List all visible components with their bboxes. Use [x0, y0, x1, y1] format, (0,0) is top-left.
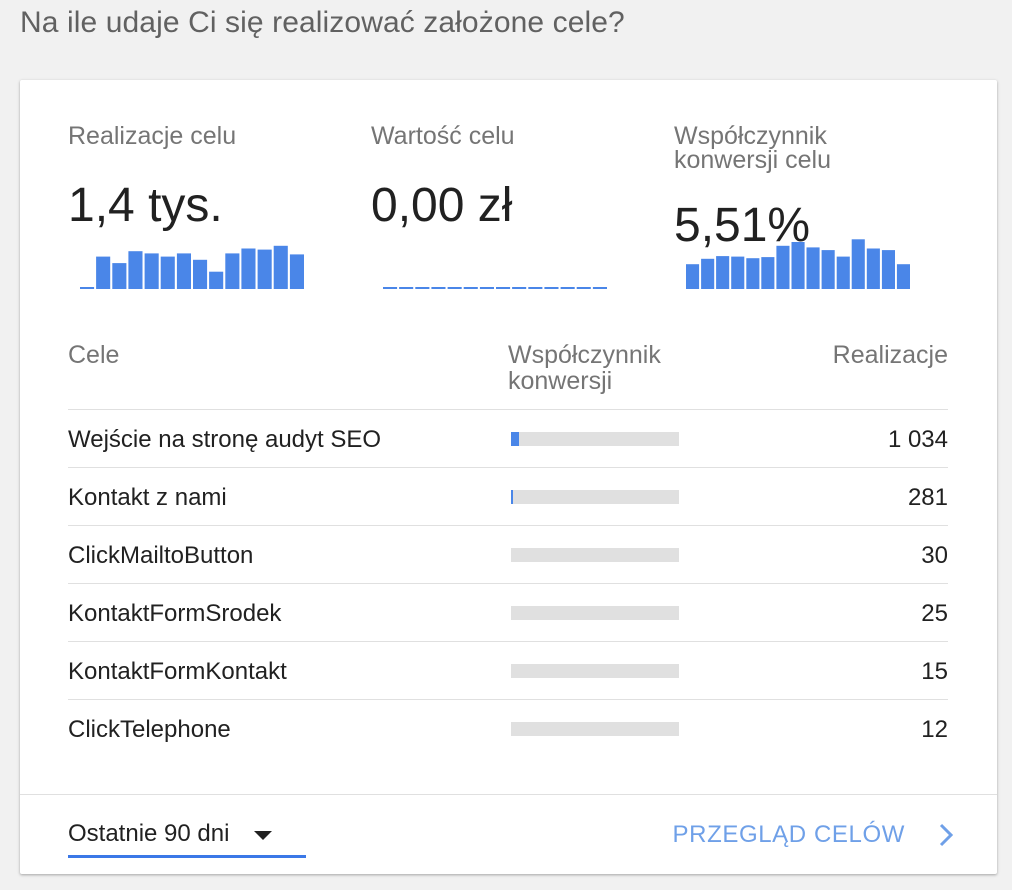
goal-name: Wejście na stronę audyt SEO: [68, 426, 382, 453]
metric-conversion-rate[interactable]: Współczynnik konwersji celu 5,51%: [674, 80, 974, 300]
goals-overview-label: PRZEGLĄD CELÓW: [672, 821, 905, 848]
sparkline-bar: [128, 251, 143, 289]
sparkline-bar: [96, 256, 111, 289]
conversion-rate-bar: [511, 606, 679, 620]
sparkline-bar: [431, 287, 446, 289]
sparkline-bar: [761, 257, 775, 289]
goal-completions: 281: [907, 484, 948, 511]
sparkline-bar: [209, 271, 224, 289]
sparkline-bar: [160, 256, 175, 289]
conversion-rate-bar: [511, 722, 679, 736]
goal-completions: 15: [921, 658, 948, 685]
chevron-right-icon: [939, 823, 954, 847]
sparkline-bar: [560, 287, 575, 289]
goal-name: KontaktFormKontakt: [68, 658, 287, 685]
sparkline-bar: [896, 264, 910, 289]
sparkline-goal-value: [383, 287, 607, 289]
sparkline-bar: [731, 256, 745, 289]
sparkline-bar: [746, 258, 760, 289]
goal-name: ClickMailtoButton: [68, 542, 254, 569]
metric-goal-completions[interactable]: Realizacje celu 1,4 tys.: [68, 80, 348, 300]
sparkline-bar: [716, 256, 730, 289]
conversion-rate-bar: [511, 432, 679, 446]
metric-value: 1,4 tys.: [68, 179, 223, 232]
table-row[interactable]: KontaktFormKontakt 15: [68, 642, 948, 700]
sparkline-goal-completions: [80, 245, 304, 289]
metric-value: 0,00 zł: [371, 179, 513, 232]
sparkline-bar: [80, 287, 95, 289]
date-range-dropdown[interactable]: Ostatnie 90 dni: [68, 816, 306, 858]
sparkline-bar: [289, 254, 304, 289]
footer-divider: [20, 794, 997, 795]
sparkline-bar: [686, 264, 700, 289]
sparkline-bar: [225, 253, 240, 289]
sparkline-bar: [512, 287, 527, 289]
metric-label: Wartość celu: [371, 122, 515, 150]
table-row[interactable]: Wejście na stronę audyt SEO 1 034: [68, 410, 948, 468]
conversion-rate-bar: [511, 490, 679, 504]
table-row[interactable]: ClickTelephone 12: [68, 700, 948, 758]
sparkline-bar: [881, 250, 895, 289]
conversion-rate-bar-fill: [511, 490, 513, 504]
caret-down-icon: [254, 831, 272, 840]
goal-completions: 1 034: [887, 426, 948, 453]
conversion-rate-bar-fill: [511, 432, 519, 446]
goal-name: ClickTelephone: [68, 716, 231, 743]
goal-completions: 25: [921, 600, 948, 627]
sparkline-bar: [576, 287, 591, 289]
sparkline-bar: [791, 242, 805, 289]
metric-label: Współczynnik konwersji celu: [674, 122, 832, 174]
sparkline-bar: [851, 239, 865, 289]
sparkline-conversion-rate: [686, 239, 910, 289]
conversion-rate-bar: [511, 548, 679, 562]
sparkline-bar: [273, 245, 288, 289]
sparkline-bar: [415, 287, 430, 289]
goals-card: Realizacje celu 1,4 tys. Wartość celu 0,…: [20, 80, 997, 874]
date-range-label: Ostatnie 90 dni: [68, 820, 230, 847]
sparkline-bar: [866, 248, 880, 289]
goals-overview-link[interactable]: PRZEGLĄD CELÓW: [673, 820, 955, 850]
sparkline-bar: [496, 287, 511, 289]
sparkline-bar: [176, 253, 191, 289]
goal-completions: 30: [921, 542, 948, 569]
metric-label: Realizacje celu: [68, 122, 237, 150]
table-row[interactable]: Kontakt z nami 281: [68, 468, 948, 526]
goal-name: Kontakt z nami: [68, 484, 227, 511]
conversion-rate-bar: [511, 664, 679, 678]
table-row[interactable]: ClickMailtoButton 30: [68, 526, 948, 584]
sparkline-bar: [806, 247, 820, 289]
sparkline-bar: [257, 249, 272, 289]
sparkline-bar: [592, 287, 607, 289]
page-heading: Na ile udaje Ci się realizować założone …: [20, 6, 625, 39]
goal-completions: 12: [921, 716, 948, 743]
sparkline-bar: [241, 248, 256, 289]
sparkline-bar: [821, 250, 835, 289]
column-header-goal[interactable]: Cele: [68, 342, 119, 368]
sparkline-bar: [701, 258, 715, 289]
sparkline-bar: [479, 287, 494, 289]
sparkline-bar: [144, 253, 159, 289]
metric-goal-value[interactable]: Wartość celu 0,00 zł: [371, 80, 651, 300]
sparkline-bar: [836, 256, 850, 289]
sparkline-bar: [776, 245, 790, 289]
table-row[interactable]: KontaktFormSrodek 25: [68, 584, 948, 642]
sparkline-bar: [383, 287, 398, 289]
goal-name: KontaktFormSrodek: [68, 600, 282, 627]
sparkline-bar: [544, 287, 559, 289]
sparkline-bar: [528, 287, 543, 289]
sparkline-bar: [447, 287, 462, 289]
sparkline-bar: [399, 287, 414, 289]
sparkline-bar: [112, 263, 127, 289]
sparkline-bar: [463, 287, 478, 289]
column-header-completions[interactable]: Realizacje: [833, 342, 948, 368]
sparkline-bar: [193, 259, 208, 289]
column-header-conversion-rate[interactable]: Współczynnik konwersji: [508, 342, 728, 394]
